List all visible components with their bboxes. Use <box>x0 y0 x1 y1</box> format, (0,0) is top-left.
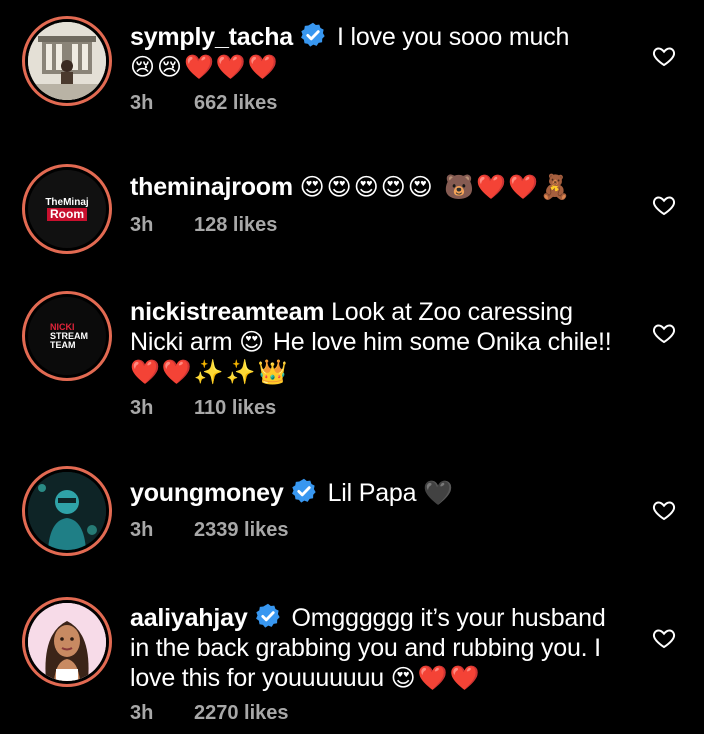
username[interactable]: aaliyahjay <box>130 604 248 632</box>
likes-count[interactable]: 2339 likes <box>194 519 289 541</box>
timestamp: 3h <box>130 519 154 541</box>
avatar-image <box>28 22 106 100</box>
comment-text: Lil Papa <box>327 479 417 507</box>
comment-body: youngmoney Lil Papa 🖤 <box>130 477 640 508</box>
avatar[interactable]: NICKI STREAM TEAM <box>22 291 112 381</box>
timestamp: 3h <box>130 214 154 236</box>
emoji-inline: 😍 <box>239 328 267 356</box>
comment-meta: 3h 2339 likes <box>130 519 289 542</box>
verified-badge-icon <box>291 478 316 503</box>
comment-text: Nicki arm <box>130 328 233 356</box>
heart-outline-icon[interactable] <box>652 321 676 345</box>
verified-badge-icon <box>301 22 325 47</box>
heart-outline-icon[interactable] <box>652 44 676 68</box>
timestamp: 3h <box>130 92 154 114</box>
avatar-image: NICKI STREAM TEAM <box>28 297 106 375</box>
comment-meta: 3h 662 likes <box>130 92 277 115</box>
avatar-image <box>28 603 106 681</box>
emoji-row: 🖤 <box>423 479 455 507</box>
comment-body: symply_tacha I love you sooo much 😢😢❤️❤️❤… <box>130 21 640 82</box>
emoji-row: 😍❤️❤️ <box>390 664 482 692</box>
comment-body: nickistreamteam Look at Zoo caressing Ni… <box>130 297 640 387</box>
timestamp: 3h <box>130 702 154 724</box>
comment-text: in the back grabbing you and rubbing you… <box>130 634 601 662</box>
username[interactable]: nickistreamteam <box>130 298 325 326</box>
avatar-text: Room <box>47 208 87 221</box>
comment-text: I love you sooo much <box>336 23 570 51</box>
comment-text: He love him some Onika chile!! <box>272 328 612 356</box>
heart-outline-icon[interactable] <box>652 193 676 217</box>
avatar-image <box>28 472 106 550</box>
comment-body: theminajroom 😍😍😍😍😍 🐻❤️❤️🧸 <box>130 172 640 202</box>
avatar[interactable] <box>22 466 112 556</box>
avatar-image: TheMinaj Room <box>28 170 106 248</box>
username[interactable]: youngmoney <box>130 479 284 507</box>
comment-meta: 3h 128 likes <box>130 214 277 237</box>
heart-outline-icon[interactable] <box>652 626 676 650</box>
likes-count[interactable]: 110 likes <box>194 397 276 419</box>
emoji-row: ❤️❤️✨✨👑 <box>130 358 290 386</box>
comment-body: aaliyahjay Omgggggg it’s your husband in … <box>130 602 640 693</box>
likes-count[interactable]: 2270 likes <box>194 702 289 724</box>
avatar[interactable] <box>22 597 112 687</box>
comment-meta: 3h 110 likes <box>130 397 276 420</box>
verified-badge-icon <box>255 603 280 628</box>
emoji-row: 😢😢❤️❤️❤️ <box>130 53 280 81</box>
comment-text: love this for youuuuuuu <box>130 664 384 692</box>
avatar-text: TEAM <box>50 339 76 350</box>
avatar[interactable]: TheMinaj Room <box>22 164 112 254</box>
heart-outline-icon[interactable] <box>652 498 676 522</box>
timestamp: 3h <box>130 397 154 419</box>
username[interactable]: symply_tacha <box>130 23 293 51</box>
comment-text: Omgggggg it’s your husband <box>291 604 606 632</box>
emoji-row: 😍😍😍😍😍 🐻❤️❤️🧸 <box>299 173 572 201</box>
likes-count[interactable]: 128 likes <box>194 214 277 236</box>
avatar[interactable] <box>22 16 112 106</box>
comment-text: Look at Zoo caressing <box>331 298 573 326</box>
likes-count[interactable]: 662 likes <box>194 92 277 114</box>
comment-meta: 3h 2270 likes <box>130 702 289 725</box>
username[interactable]: theminajroom <box>130 173 293 201</box>
